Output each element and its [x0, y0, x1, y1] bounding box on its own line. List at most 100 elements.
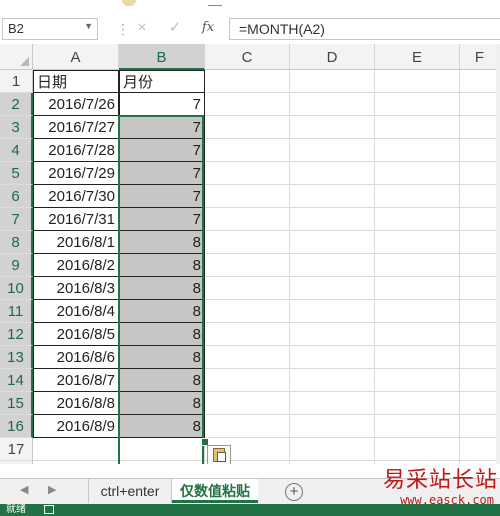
- date-cell[interactable]: 2016/8/2: [33, 254, 119, 277]
- cell[interactable]: [205, 369, 290, 392]
- cell[interactable]: [375, 185, 460, 208]
- column-header-c[interactable]: C: [205, 44, 290, 70]
- cell[interactable]: [290, 139, 375, 162]
- cell[interactable]: [205, 323, 290, 346]
- month-cell[interactable]: 8: [119, 392, 205, 415]
- cell[interactable]: [290, 346, 375, 369]
- cell[interactable]: [460, 369, 500, 392]
- cell[interactable]: [375, 346, 460, 369]
- cell[interactable]: [205, 231, 290, 254]
- row-header-2[interactable]: 2: [0, 93, 33, 116]
- cell[interactable]: [460, 300, 500, 323]
- formula-input[interactable]: =MONTH(A2): [229, 18, 500, 40]
- worksheet-grid[interactable]: A B C D E F 1 日期 月份 2 2016/7/26 7 3 2016/7/27 7 4…: [0, 44, 500, 464]
- cell[interactable]: [205, 139, 290, 162]
- cell[interactable]: [33, 438, 119, 461]
- cell[interactable]: [375, 162, 460, 185]
- cell[interactable]: [290, 93, 375, 116]
- cell[interactable]: [375, 93, 460, 116]
- month-cell[interactable]: 7: [119, 208, 205, 231]
- macro-record-icon[interactable]: [44, 505, 54, 514]
- cell[interactable]: [460, 139, 500, 162]
- column-header-e[interactable]: E: [375, 44, 460, 70]
- date-cell[interactable]: 2016/8/1: [33, 231, 119, 254]
- date-cell[interactable]: 2016/8/4: [33, 300, 119, 323]
- month-cell[interactable]: 8: [119, 346, 205, 369]
- cell[interactable]: [290, 369, 375, 392]
- cell[interactable]: [205, 70, 290, 93]
- row-header-6[interactable]: 6: [0, 185, 33, 208]
- cell[interactable]: [205, 300, 290, 323]
- cell[interactable]: [460, 323, 500, 346]
- cell[interactable]: [205, 162, 290, 185]
- quick-access-icon[interactable]: [122, 0, 136, 6]
- month-cell[interactable]: 7: [119, 162, 205, 185]
- row-header-4[interactable]: 4: [0, 139, 33, 162]
- cell[interactable]: [375, 392, 460, 415]
- row-header-12[interactable]: 12: [0, 323, 33, 346]
- month-cell[interactable]: 7: [119, 116, 205, 139]
- insert-function-icon[interactable]: fx: [198, 18, 218, 38]
- row-header-5[interactable]: 5: [0, 162, 33, 185]
- row-header-17[interactable]: 17: [0, 438, 33, 461]
- date-cell[interactable]: 2016/7/28: [33, 139, 119, 162]
- cell[interactable]: [119, 461, 205, 464]
- scroll-left-icon[interactable]: ◀: [20, 483, 28, 496]
- date-cell[interactable]: 2016/8/3: [33, 277, 119, 300]
- cell[interactable]: [375, 70, 460, 93]
- month-cell[interactable]: 8: [119, 300, 205, 323]
- cell[interactable]: [290, 116, 375, 139]
- paste-options-button[interactable]: [207, 445, 231, 464]
- cell[interactable]: [290, 323, 375, 346]
- row-header-10[interactable]: 10: [0, 277, 33, 300]
- date-cell[interactable]: 2016/7/31: [33, 208, 119, 231]
- sheet-tab-paste-values[interactable]: 仅数值粘贴: [172, 479, 258, 503]
- cell[interactable]: [119, 438, 205, 461]
- cell[interactable]: [460, 346, 500, 369]
- cell[interactable]: [290, 185, 375, 208]
- cell[interactable]: [375, 254, 460, 277]
- add-sheet-icon[interactable]: +: [285, 483, 303, 501]
- cell[interactable]: [205, 392, 290, 415]
- column-header-b[interactable]: B: [119, 44, 205, 70]
- enter-icon[interactable]: ✓: [165, 18, 185, 38]
- cell[interactable]: [205, 346, 290, 369]
- cell[interactable]: [290, 208, 375, 231]
- cell[interactable]: [290, 231, 375, 254]
- month-cell[interactable]: 7: [119, 139, 205, 162]
- cell[interactable]: [460, 415, 500, 438]
- row-header-9[interactable]: 9: [0, 254, 33, 277]
- header-cell-month[interactable]: 月份: [119, 70, 205, 93]
- date-cell[interactable]: 2016/7/29: [33, 162, 119, 185]
- cell[interactable]: [290, 70, 375, 93]
- quick-access-undo-icon[interactable]: [208, 0, 222, 6]
- cell[interactable]: [375, 415, 460, 438]
- cell[interactable]: [205, 208, 290, 231]
- column-header-f[interactable]: F: [460, 44, 500, 70]
- row-header-7[interactable]: 7: [0, 208, 33, 231]
- cell[interactable]: [205, 254, 290, 277]
- month-cell[interactable]: 7: [119, 93, 205, 116]
- cell[interactable]: [460, 392, 500, 415]
- cell[interactable]: [290, 254, 375, 277]
- cell[interactable]: [290, 277, 375, 300]
- cell[interactable]: [290, 415, 375, 438]
- row-header-1[interactable]: 1: [0, 70, 33, 93]
- date-cell[interactable]: 2016/7/30: [33, 185, 119, 208]
- month-cell[interactable]: 8: [119, 254, 205, 277]
- row-header-11[interactable]: 11: [0, 300, 33, 323]
- cell[interactable]: [290, 392, 375, 415]
- cell[interactable]: [205, 93, 290, 116]
- name-box[interactable]: B2 ▼: [2, 18, 98, 40]
- sheet-tab-ctrl-enter[interactable]: ctrl+enter: [88, 479, 172, 503]
- row-header-3[interactable]: 3: [0, 116, 33, 139]
- date-cell[interactable]: 2016/8/9: [33, 415, 119, 438]
- cell[interactable]: [205, 415, 290, 438]
- date-cell[interactable]: 2016/8/8: [33, 392, 119, 415]
- select-all-button[interactable]: [0, 44, 33, 70]
- cell[interactable]: [460, 185, 500, 208]
- scroll-right-icon[interactable]: ▶: [48, 483, 56, 496]
- row-header-13[interactable]: 13: [0, 346, 33, 369]
- cell[interactable]: [205, 185, 290, 208]
- cell[interactable]: [290, 162, 375, 185]
